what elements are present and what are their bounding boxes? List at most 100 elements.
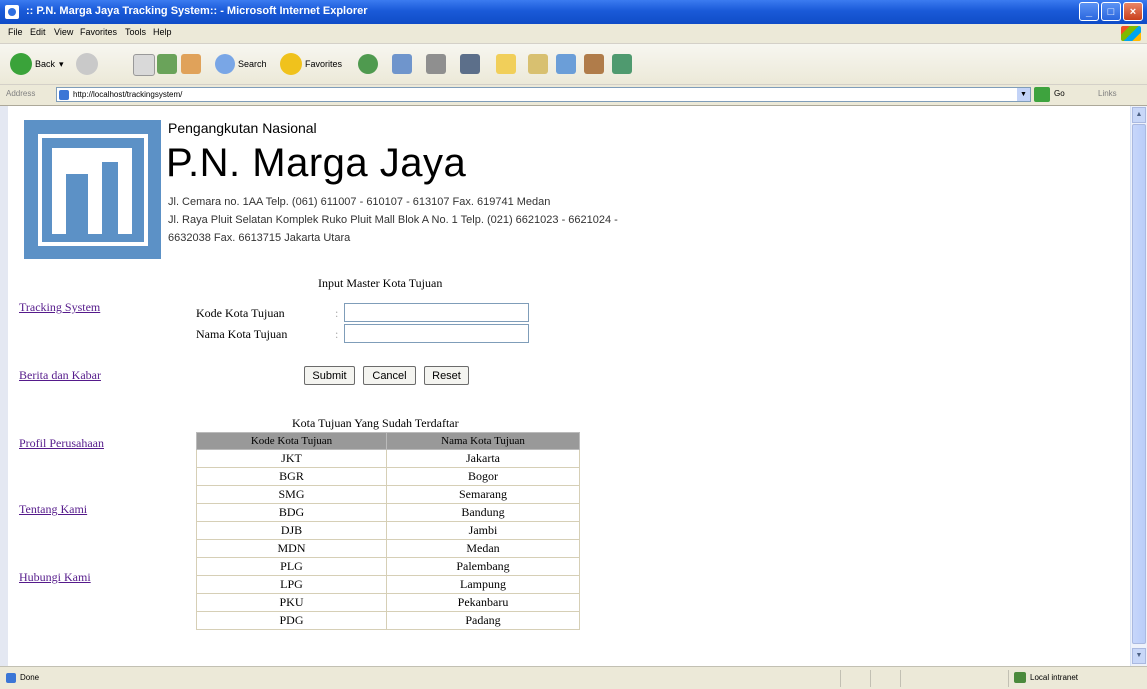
messenger-icon[interactable]	[556, 54, 576, 74]
nav-hubungi-kami[interactable]: Hubungi Kami	[19, 570, 91, 585]
list-title: Kota Tujuan Yang Sudah Terdaftar	[292, 416, 459, 430]
table-row: PLG Palembang	[196, 557, 580, 576]
kode-cell: LPG	[196, 575, 387, 594]
nama-cell: Palembang	[386, 557, 580, 576]
menu-view[interactable]: View	[54, 27, 73, 37]
table-row: LPG Lampung	[196, 575, 580, 594]
edit-icon[interactable]	[460, 54, 480, 74]
kode-cell: DJB	[196, 521, 387, 540]
favorites-button[interactable]: Favorites	[280, 52, 342, 76]
history-icon[interactable]	[358, 54, 378, 74]
menu-file[interactable]: File	[8, 27, 23, 37]
table-row: PDG Padang	[196, 611, 580, 630]
nav-profil-perusahaan[interactable]: Profil Perusahaan	[19, 436, 104, 451]
scroll-thumb[interactable]	[1132, 124, 1146, 644]
nama-cell: Bandung	[386, 503, 580, 522]
menu-edit[interactable]: Edit	[30, 27, 46, 37]
table-row: PKU Pekanbaru	[196, 593, 580, 612]
table-row: MDN Medan	[196, 539, 580, 558]
menu-tools[interactable]: Tools	[125, 27, 146, 37]
column-header: Nama Kota Tujuan	[386, 432, 580, 450]
page-icon	[59, 90, 69, 100]
back-label: Back	[35, 59, 56, 69]
back-button[interactable]: Back ▾	[10, 52, 64, 76]
address-bar: Address http://localhost/trackingsystem/…	[0, 85, 1147, 106]
forward-button[interactable]	[76, 52, 101, 76]
kode-cell: BDG	[196, 503, 387, 522]
intranet-zone-icon	[1014, 672, 1026, 683]
page-content: Pengangkutan Nasional P.N. Marga Jaya Jl…	[8, 106, 1130, 666]
maximize-button[interactable]: □	[1101, 2, 1121, 21]
menu-help[interactable]: Help	[153, 27, 172, 37]
kode-cell: JKT	[196, 449, 387, 468]
favorites-label: Favorites	[305, 59, 343, 69]
nama-kota-input[interactable]	[344, 324, 529, 343]
address-url: http://localhost/trackingsystem/	[73, 90, 183, 99]
table-row: BGR Bogor	[196, 467, 580, 486]
reset-button[interactable]: Reset	[424, 366, 469, 385]
address-line: Jl. Raya Pluit Selatan Komplek Ruko Plui…	[168, 214, 618, 226]
home-icon[interactable]	[181, 54, 201, 74]
company-subtitle: Pengangkutan Nasional	[168, 120, 317, 136]
kode-kota-label: Kode Kota Tujuan	[196, 306, 285, 320]
form-title: Input Master Kota Tujuan	[318, 276, 443, 290]
search-icon	[215, 54, 235, 74]
mail-icon[interactable]	[392, 54, 412, 74]
address-dropdown-icon[interactable]: ▼	[1017, 88, 1030, 101]
nama-cell: Pekanbaru	[386, 593, 580, 612]
kota-tujuan-table: Kode Kota Tujuan Nama Kota Tujuan JKT Jak…	[196, 432, 580, 630]
nav-tracking-system[interactable]: Tracking System	[19, 300, 100, 315]
nama-cell: Lampung	[386, 575, 580, 594]
close-button[interactable]: ×	[1123, 2, 1143, 21]
company-name: P.N. Marga Jaya	[166, 141, 467, 185]
cancel-button[interactable]: Cancel	[363, 366, 416, 385]
scroll-up-icon[interactable]: ▲	[1132, 107, 1146, 123]
links-button[interactable]: Links	[1098, 89, 1117, 98]
nama-cell: Jambi	[386, 521, 580, 540]
company-logo	[24, 120, 161, 259]
kode-cell: PLG	[196, 557, 387, 576]
nav-tentang-kami[interactable]: Tentang Kami	[19, 502, 87, 517]
star-icon	[280, 53, 302, 75]
search-label: Search	[238, 59, 267, 69]
scroll-down-icon[interactable]: ▼	[1132, 648, 1146, 664]
go-button[interactable]: Go	[1054, 89, 1065, 98]
nama-cell: Semarang	[386, 485, 580, 504]
go-arrow-icon[interactable]	[1034, 87, 1050, 102]
table-row: SMG Semarang	[196, 485, 580, 504]
minimize-button[interactable]: _	[1079, 2, 1099, 21]
submit-button[interactable]: Submit	[304, 366, 355, 385]
address-input[interactable]: http://localhost/trackingsystem/ ▼	[56, 87, 1031, 102]
status-text: Done	[20, 673, 40, 682]
research-icon[interactable]	[528, 54, 548, 74]
extra-icon[interactable]	[612, 54, 632, 74]
table-row: BDG Bandung	[196, 503, 580, 522]
back-arrow-icon	[10, 53, 32, 75]
kode-cell: SMG	[196, 485, 387, 504]
search-button[interactable]: Search	[215, 52, 267, 76]
address-line: 6632038 Fax. 6613715 Jakarta Utara	[168, 232, 351, 244]
folder-icon[interactable]	[496, 54, 516, 74]
refresh-icon[interactable]	[157, 54, 177, 74]
ie-icon	[5, 5, 19, 19]
browser-window: :: P.N. Marga Jaya Tracking System:: - M…	[0, 0, 1147, 689]
tools-icon[interactable]	[584, 54, 604, 74]
toolbar: Back ▾ Search Favorites	[0, 44, 1147, 85]
kode-cell: BGR	[196, 467, 387, 486]
nama-kota-colon: :	[335, 327, 339, 341]
table-row: DJB Jambi	[196, 521, 580, 540]
stop-icon[interactable]	[133, 54, 155, 76]
kode-cell: MDN	[196, 539, 387, 558]
nama-cell: Bogor	[386, 467, 580, 486]
nama-cell: Padang	[386, 611, 580, 630]
address-label: Address	[6, 89, 36, 98]
window-title: :: P.N. Marga Jaya Tracking System:: - M…	[26, 5, 368, 17]
kode-kota-input[interactable]	[344, 303, 529, 322]
vertical-scrollbar[interactable]: ▲ ▼	[1130, 106, 1147, 666]
title-bar: :: P.N. Marga Jaya Tracking System:: - M…	[0, 0, 1147, 24]
forward-arrow-icon	[76, 53, 98, 75]
column-header: Kode Kota Tujuan	[196, 432, 387, 450]
nav-berita-dan-kabar[interactable]: Berita dan Kabar	[19, 368, 101, 383]
menu-favorites[interactable]: Favorites	[80, 27, 117, 37]
print-icon[interactable]	[426, 54, 446, 74]
